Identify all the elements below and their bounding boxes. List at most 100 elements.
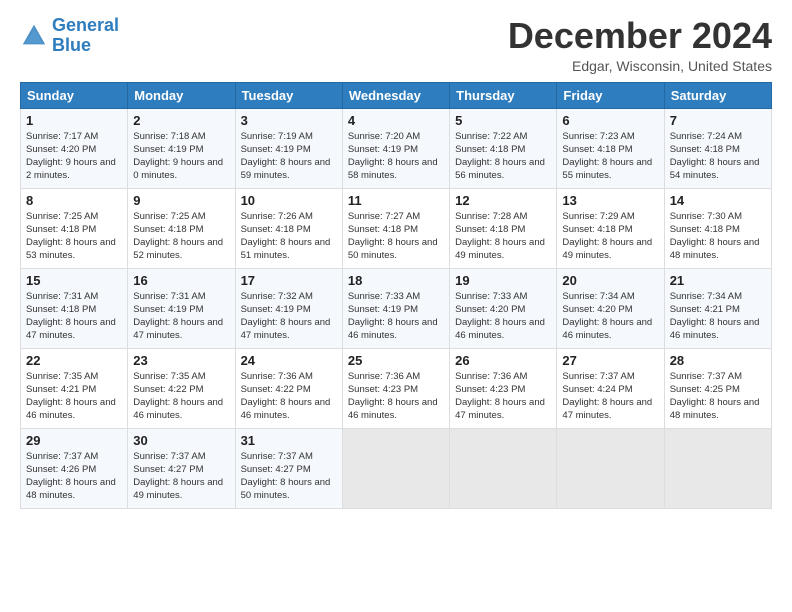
table-row: [557, 428, 664, 508]
logo-line2: Blue: [52, 35, 91, 55]
day-info: Sunrise: 7:27 AMSunset: 4:18 PMDaylight:…: [348, 210, 444, 263]
day-info: Sunrise: 7:22 AMSunset: 4:18 PMDaylight:…: [455, 130, 551, 183]
day-number: 26: [455, 353, 551, 368]
day-info: Sunrise: 7:30 AMSunset: 4:18 PMDaylight:…: [670, 210, 766, 263]
table-row: 25 Sunrise: 7:36 AMSunset: 4:23 PMDaylig…: [342, 348, 449, 428]
table-row: 19 Sunrise: 7:33 AMSunset: 4:20 PMDaylig…: [450, 268, 557, 348]
day-number: 12: [455, 193, 551, 208]
table-row: 27 Sunrise: 7:37 AMSunset: 4:24 PMDaylig…: [557, 348, 664, 428]
day-number: 23: [133, 353, 229, 368]
table-row: 30 Sunrise: 7:37 AMSunset: 4:27 PMDaylig…: [128, 428, 235, 508]
day-number: 5: [455, 113, 551, 128]
table-row: 4 Sunrise: 7:20 AMSunset: 4:19 PMDayligh…: [342, 108, 449, 188]
table-row: 18 Sunrise: 7:33 AMSunset: 4:19 PMDaylig…: [342, 268, 449, 348]
calendar-table: Sunday Monday Tuesday Wednesday Thursday…: [20, 82, 772, 509]
day-info: Sunrise: 7:35 AMSunset: 4:22 PMDaylight:…: [133, 370, 229, 423]
day-number: 13: [562, 193, 658, 208]
table-row: 10 Sunrise: 7:26 AMSunset: 4:18 PMDaylig…: [235, 188, 342, 268]
col-friday: Friday: [557, 82, 664, 108]
day-number: 17: [241, 273, 337, 288]
table-row: 29 Sunrise: 7:37 AMSunset: 4:26 PMDaylig…: [21, 428, 128, 508]
table-row: 3 Sunrise: 7:19 AMSunset: 4:19 PMDayligh…: [235, 108, 342, 188]
table-row: [450, 428, 557, 508]
col-saturday: Saturday: [664, 82, 771, 108]
day-number: 22: [26, 353, 122, 368]
day-number: 8: [26, 193, 122, 208]
day-number: 20: [562, 273, 658, 288]
day-info: Sunrise: 7:23 AMSunset: 4:18 PMDaylight:…: [562, 130, 658, 183]
day-info: Sunrise: 7:19 AMSunset: 4:19 PMDaylight:…: [241, 130, 337, 183]
calendar-week-2: 8 Sunrise: 7:25 AMSunset: 4:18 PMDayligh…: [21, 188, 772, 268]
col-tuesday: Tuesday: [235, 82, 342, 108]
table-row: 8 Sunrise: 7:25 AMSunset: 4:18 PMDayligh…: [21, 188, 128, 268]
day-info: Sunrise: 7:33 AMSunset: 4:20 PMDaylight:…: [455, 290, 551, 343]
day-number: 2: [133, 113, 229, 128]
table-row: [664, 428, 771, 508]
table-row: 2 Sunrise: 7:18 AMSunset: 4:19 PMDayligh…: [128, 108, 235, 188]
day-info: Sunrise: 7:25 AMSunset: 4:18 PMDaylight:…: [133, 210, 229, 263]
day-info: Sunrise: 7:24 AMSunset: 4:18 PMDaylight:…: [670, 130, 766, 183]
day-info: Sunrise: 7:28 AMSunset: 4:18 PMDaylight:…: [455, 210, 551, 263]
day-info: Sunrise: 7:32 AMSunset: 4:19 PMDaylight:…: [241, 290, 337, 343]
day-number: 10: [241, 193, 337, 208]
table-row: 24 Sunrise: 7:36 AMSunset: 4:22 PMDaylig…: [235, 348, 342, 428]
table-row: [342, 428, 449, 508]
header-row: Sunday Monday Tuesday Wednesday Thursday…: [21, 82, 772, 108]
day-info: Sunrise: 7:31 AMSunset: 4:19 PMDaylight:…: [133, 290, 229, 343]
calendar-week-3: 15 Sunrise: 7:31 AMSunset: 4:18 PMDaylig…: [21, 268, 772, 348]
table-row: 5 Sunrise: 7:22 AMSunset: 4:18 PMDayligh…: [450, 108, 557, 188]
logo-icon: [20, 22, 48, 50]
day-number: 14: [670, 193, 766, 208]
col-wednesday: Wednesday: [342, 82, 449, 108]
day-number: 28: [670, 353, 766, 368]
logo-line1: General: [52, 15, 119, 35]
location: Edgar, Wisconsin, United States: [508, 58, 772, 74]
logo-text: General Blue: [52, 16, 119, 56]
day-number: 30: [133, 433, 229, 448]
table-row: 14 Sunrise: 7:30 AMSunset: 4:18 PMDaylig…: [664, 188, 771, 268]
day-info: Sunrise: 7:37 AMSunset: 4:25 PMDaylight:…: [670, 370, 766, 423]
table-row: 9 Sunrise: 7:25 AMSunset: 4:18 PMDayligh…: [128, 188, 235, 268]
day-info: Sunrise: 7:17 AMSunset: 4:20 PMDaylight:…: [26, 130, 122, 183]
month-title: December 2024: [508, 16, 772, 56]
table-row: 17 Sunrise: 7:32 AMSunset: 4:19 PMDaylig…: [235, 268, 342, 348]
day-info: Sunrise: 7:37 AMSunset: 4:27 PMDaylight:…: [241, 450, 337, 503]
table-row: 20 Sunrise: 7:34 AMSunset: 4:20 PMDaylig…: [557, 268, 664, 348]
table-row: 22 Sunrise: 7:35 AMSunset: 4:21 PMDaylig…: [21, 348, 128, 428]
table-row: 26 Sunrise: 7:36 AMSunset: 4:23 PMDaylig…: [450, 348, 557, 428]
day-number: 6: [562, 113, 658, 128]
table-row: 31 Sunrise: 7:37 AMSunset: 4:27 PMDaylig…: [235, 428, 342, 508]
day-info: Sunrise: 7:34 AMSunset: 4:21 PMDaylight:…: [670, 290, 766, 343]
table-row: 7 Sunrise: 7:24 AMSunset: 4:18 PMDayligh…: [664, 108, 771, 188]
page-container: General Blue December 2024 Edgar, Wiscon…: [0, 0, 792, 519]
day-info: Sunrise: 7:26 AMSunset: 4:18 PMDaylight:…: [241, 210, 337, 263]
calendar-week-4: 22 Sunrise: 7:35 AMSunset: 4:21 PMDaylig…: [21, 348, 772, 428]
table-row: 13 Sunrise: 7:29 AMSunset: 4:18 PMDaylig…: [557, 188, 664, 268]
calendar-week-5: 29 Sunrise: 7:37 AMSunset: 4:26 PMDaylig…: [21, 428, 772, 508]
day-info: Sunrise: 7:37 AMSunset: 4:26 PMDaylight:…: [26, 450, 122, 503]
day-number: 18: [348, 273, 444, 288]
day-info: Sunrise: 7:33 AMSunset: 4:19 PMDaylight:…: [348, 290, 444, 343]
day-info: Sunrise: 7:36 AMSunset: 4:23 PMDaylight:…: [455, 370, 551, 423]
calendar-week-1: 1 Sunrise: 7:17 AMSunset: 4:20 PMDayligh…: [21, 108, 772, 188]
day-info: Sunrise: 7:20 AMSunset: 4:19 PMDaylight:…: [348, 130, 444, 183]
day-number: 29: [26, 433, 122, 448]
day-number: 4: [348, 113, 444, 128]
col-monday: Monday: [128, 82, 235, 108]
table-row: 21 Sunrise: 7:34 AMSunset: 4:21 PMDaylig…: [664, 268, 771, 348]
day-info: Sunrise: 7:36 AMSunset: 4:22 PMDaylight:…: [241, 370, 337, 423]
col-sunday: Sunday: [21, 82, 128, 108]
day-number: 11: [348, 193, 444, 208]
table-row: 15 Sunrise: 7:31 AMSunset: 4:18 PMDaylig…: [21, 268, 128, 348]
table-row: 11 Sunrise: 7:27 AMSunset: 4:18 PMDaylig…: [342, 188, 449, 268]
day-number: 25: [348, 353, 444, 368]
day-number: 9: [133, 193, 229, 208]
day-info: Sunrise: 7:34 AMSunset: 4:20 PMDaylight:…: [562, 290, 658, 343]
table-row: 1 Sunrise: 7:17 AMSunset: 4:20 PMDayligh…: [21, 108, 128, 188]
day-info: Sunrise: 7:29 AMSunset: 4:18 PMDaylight:…: [562, 210, 658, 263]
header: General Blue December 2024 Edgar, Wiscon…: [20, 16, 772, 74]
day-number: 1: [26, 113, 122, 128]
table-row: 28 Sunrise: 7:37 AMSunset: 4:25 PMDaylig…: [664, 348, 771, 428]
day-number: 7: [670, 113, 766, 128]
title-block: December 2024 Edgar, Wisconsin, United S…: [508, 16, 772, 74]
